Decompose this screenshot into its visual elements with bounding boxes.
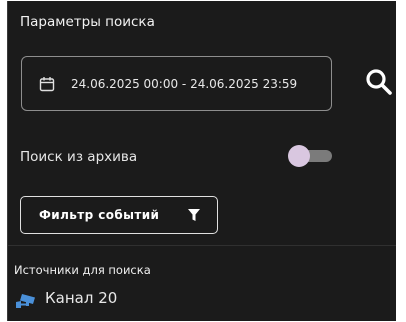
source-item-channel-20[interactable]: Канал 20 xyxy=(15,288,215,312)
search-button[interactable] xyxy=(364,67,394,97)
calendar-icon xyxy=(39,77,55,92)
archive-search-toggle[interactable] xyxy=(288,145,332,167)
funnel-icon xyxy=(188,209,200,221)
search-parameters-panel: Параметры поиска 24.06.2025 00:00 - 24.0… xyxy=(7,1,396,321)
divider xyxy=(8,245,396,246)
archive-search-label: Поиск из архива xyxy=(20,149,138,165)
toggle-knob xyxy=(288,145,310,167)
event-filter-label: Фильтр событий xyxy=(39,208,160,222)
sources-title: Источники для поиска xyxy=(14,263,151,277)
date-range-value: 24.06.2025 00:00 - 24.06.2025 23:59 xyxy=(71,77,298,91)
search-icon xyxy=(366,69,392,95)
panel-title: Параметры поиска xyxy=(20,14,155,30)
event-filter-button[interactable]: Фильтр событий xyxy=(20,196,218,234)
source-item-label: Канал 20 xyxy=(45,289,118,307)
camera-icon xyxy=(16,294,35,308)
date-range-field[interactable]: 24.06.2025 00:00 - 24.06.2025 23:59 xyxy=(21,56,332,111)
